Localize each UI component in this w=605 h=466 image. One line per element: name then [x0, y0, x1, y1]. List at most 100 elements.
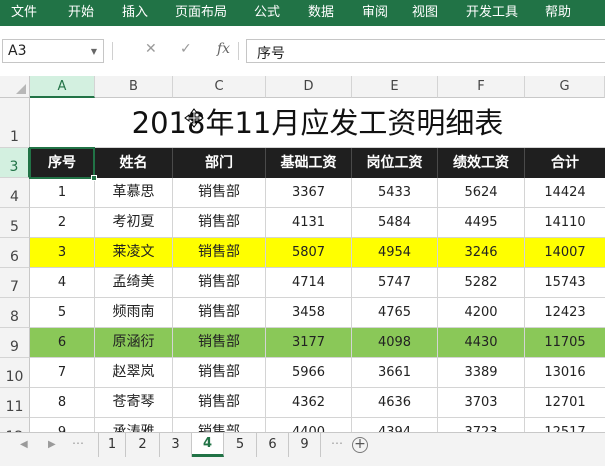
chevron-down-icon[interactable]: ▼ [91, 47, 97, 56]
cell-name[interactable]: 频雨南 [95, 298, 173, 327]
spreadsheet-grid[interactable]: A B C D E F G 1 3 4 5 6 7 8 9 10 11 12 2… [0, 76, 605, 432]
cell-position-salary[interactable]: 5747 [352, 268, 438, 297]
cell-department[interactable]: 销售部 [173, 298, 266, 327]
cell-id[interactable]: 8 [30, 388, 95, 417]
cell-total[interactable]: 12517 [525, 418, 605, 432]
column-header-d[interactable]: D [266, 76, 352, 98]
cell-name[interactable]: 赵翠岚 [95, 358, 173, 387]
sheet-tab-2[interactable]: 2 [126, 433, 160, 457]
sheet-tab-4[interactable]: 4 [192, 433, 224, 457]
cell-name[interactable]: 莱凌文 [95, 238, 173, 267]
sheet-tab-5[interactable]: 5 [224, 433, 257, 457]
cell-name[interactable]: 革慕思 [95, 178, 173, 207]
row-header-5[interactable]: 5 [0, 208, 30, 238]
cell-department[interactable]: 销售部 [173, 418, 266, 432]
cell-position-salary[interactable]: 4394 [352, 418, 438, 432]
cell-position-salary[interactable]: 5484 [352, 208, 438, 237]
cell-base-salary[interactable]: 3367 [266, 178, 352, 207]
select-all-corner[interactable] [0, 76, 30, 98]
cell-position-salary[interactable]: 4098 [352, 328, 438, 357]
sheet-tab-3[interactable]: 3 [160, 433, 192, 457]
cell-total[interactable]: 14007 [525, 238, 605, 267]
cell-id[interactable]: 9 [30, 418, 95, 432]
sheet-tab-9[interactable]: 9 [289, 433, 321, 457]
cell-performance-salary[interactable]: 4495 [438, 208, 525, 237]
function-icon[interactable]: fx [217, 41, 230, 57]
cell-name[interactable]: 原涵衍 [95, 328, 173, 357]
cell-position-salary[interactable]: 3661 [352, 358, 438, 387]
column-header-c[interactable]: C [173, 76, 266, 98]
column-header-g[interactable]: G [525, 76, 605, 98]
cell-position-salary[interactable]: 4954 [352, 238, 438, 267]
add-sheet-icon[interactable]: + [352, 437, 368, 453]
row-header-1[interactable]: 1 [0, 98, 30, 148]
check-icon[interactable]: ✓ [180, 41, 192, 57]
cell-total[interactable]: 12423 [525, 298, 605, 327]
cell-id[interactable]: 4 [30, 268, 95, 297]
cell-total[interactable]: 13016 [525, 358, 605, 387]
cell-performance-salary[interactable]: 3703 [438, 388, 525, 417]
cell-total[interactable]: 14110 [525, 208, 605, 237]
row-header-12[interactable]: 12 [0, 418, 30, 432]
row-header-3[interactable]: 3 [0, 148, 30, 178]
close-icon[interactable]: ✕ [145, 41, 157, 57]
header-cell-position-salary[interactable]: 岗位工资 [352, 148, 438, 178]
cell-base-salary[interactable]: 3458 [266, 298, 352, 327]
cell-performance-salary[interactable]: 4430 [438, 328, 525, 357]
name-box[interactable]: A3 ▼ [2, 39, 104, 63]
more-tabs-icon[interactable]: ⋯ [72, 436, 84, 450]
cell-department[interactable]: 销售部 [173, 358, 266, 387]
cell-total[interactable]: 15743 [525, 268, 605, 297]
cell-position-salary[interactable]: 4765 [352, 298, 438, 327]
column-header-b[interactable]: B [95, 76, 173, 98]
sheet-tab-6[interactable]: 6 [257, 433, 289, 457]
cell-performance-salary[interactable]: 3723 [438, 418, 525, 432]
cell-base-salary[interactable]: 4131 [266, 208, 352, 237]
cell-performance-salary[interactable]: 5282 [438, 268, 525, 297]
menu-developer[interactable]: 开发工具 [466, 0, 518, 26]
cell-performance-salary[interactable]: 5624 [438, 178, 525, 207]
cell-position-salary[interactable]: 4636 [352, 388, 438, 417]
cell-id[interactable]: 6 [30, 328, 95, 357]
formula-input[interactable]: 序号 [246, 39, 605, 63]
cell-performance-salary[interactable]: 3389 [438, 358, 525, 387]
menu-file[interactable]: 文件 [11, 0, 37, 26]
cell-base-salary[interactable]: 4714 [266, 268, 352, 297]
column-header-e[interactable]: E [352, 76, 438, 98]
header-cell-total[interactable]: 合计 [525, 148, 605, 178]
menu-insert[interactable]: 插入 [122, 0, 148, 26]
cell-total[interactable]: 11705 [525, 328, 605, 357]
cell-department[interactable]: 销售部 [173, 178, 266, 207]
row-header-10[interactable]: 10 [0, 358, 30, 388]
cell-total[interactable]: 12701 [525, 388, 605, 417]
row-header-9[interactable]: 9 [0, 328, 30, 358]
row-header-7[interactable]: 7 [0, 268, 30, 298]
cell-performance-salary[interactable]: 3246 [438, 238, 525, 267]
cell-base-salary[interactable]: 3177 [266, 328, 352, 357]
row-header-8[interactable]: 8 [0, 298, 30, 328]
cell-base-salary[interactable]: 5807 [266, 238, 352, 267]
menu-review[interactable]: 审阅 [362, 0, 388, 26]
row-header-11[interactable]: 11 [0, 388, 30, 418]
row-header-4[interactable]: 4 [0, 178, 30, 208]
fill-handle[interactable] [91, 175, 97, 181]
header-cell-performance-salary[interactable]: 绩效工资 [438, 148, 525, 178]
more-tabs-right-icon[interactable]: ⋯ [331, 436, 343, 450]
cell-id[interactable]: 1 [30, 178, 95, 207]
header-cell-name[interactable]: 姓名 [95, 148, 173, 178]
tab-scroll-right-icon[interactable]: ▶ [48, 439, 56, 450]
cell-name[interactable]: 承涛雅 [95, 418, 173, 432]
cell-position-salary[interactable]: 5433 [352, 178, 438, 207]
cell-name[interactable]: 考初夏 [95, 208, 173, 237]
menu-home[interactable]: 开始 [68, 0, 94, 26]
sheet-tab-1[interactable]: 1 [98, 433, 126, 457]
cell-id[interactable]: 7 [30, 358, 95, 387]
cell-department[interactable]: 销售部 [173, 238, 266, 267]
cell-performance-salary[interactable]: 4200 [438, 298, 525, 327]
cell-department[interactable]: 销售部 [173, 208, 266, 237]
column-header-a[interactable]: A [30, 76, 95, 98]
menu-view[interactable]: 视图 [412, 0, 438, 26]
header-cell-department[interactable]: 部门 [173, 148, 266, 178]
menu-formulas[interactable]: 公式 [254, 0, 280, 26]
cell-department[interactable]: 销售部 [173, 268, 266, 297]
